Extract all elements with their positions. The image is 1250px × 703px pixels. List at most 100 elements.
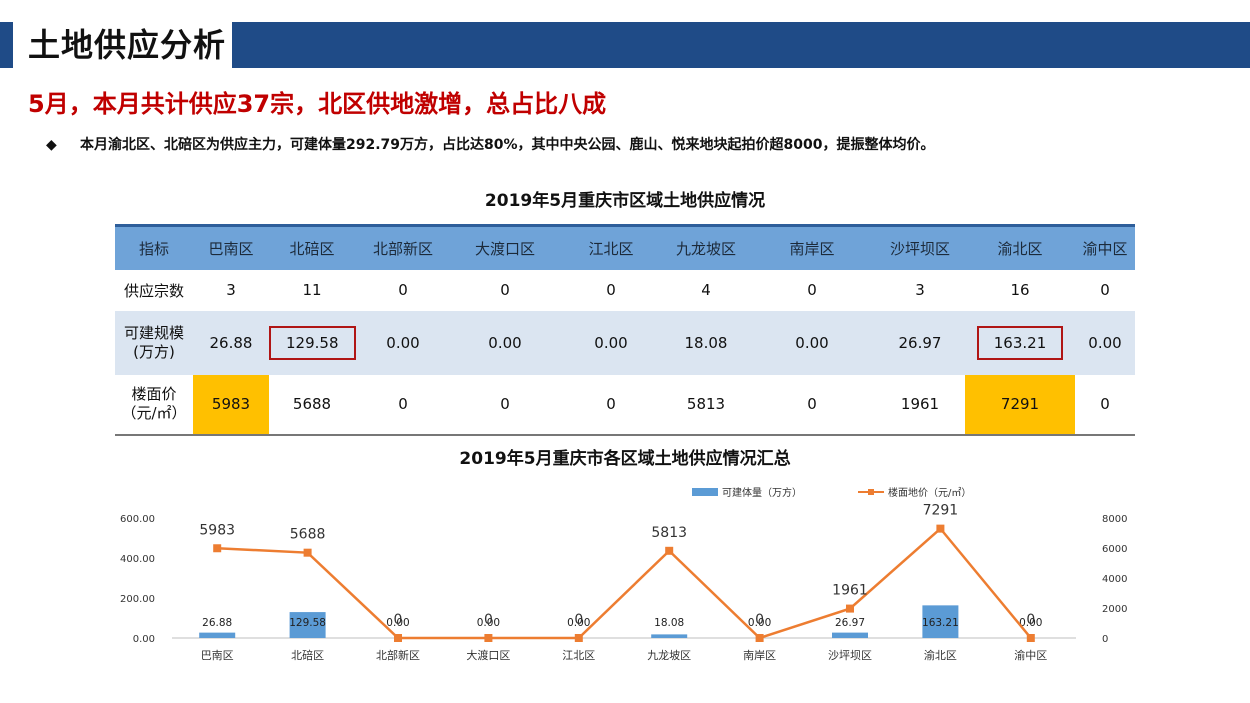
line-point bbox=[213, 544, 222, 553]
bar-data-label: 26.88 bbox=[202, 617, 232, 629]
table-cell: 26.88 bbox=[209, 333, 253, 352]
table-cell: 0 bbox=[1100, 395, 1110, 413]
row-label-line: 可建规模 bbox=[123, 323, 184, 342]
header-banner bbox=[232, 22, 1250, 68]
x-tick-label: 北碚区 bbox=[291, 648, 324, 662]
x-tick-label: 九龙坡区 bbox=[647, 649, 691, 662]
table-cell: 0.00 bbox=[1088, 333, 1122, 352]
header-accent-bar bbox=[0, 22, 13, 68]
y-left-tick-label: 600.00 bbox=[120, 514, 155, 525]
y-right-tick-label: 4000 bbox=[1102, 574, 1127, 585]
table-cell: 0 bbox=[398, 395, 408, 413]
bar-data-label: 163.21 bbox=[922, 617, 959, 629]
row-label-line: 楼面价 bbox=[131, 385, 177, 403]
line-point bbox=[755, 634, 764, 642]
table-cell: 4 bbox=[701, 281, 711, 299]
table-row-supply-count: 供应宗数 3 11 0 0 0 4 0 3 16 0 bbox=[115, 269, 1135, 311]
line-point bbox=[665, 546, 674, 555]
page-title: 土地供应分析 bbox=[28, 26, 227, 64]
table-cell: 3 bbox=[915, 281, 925, 299]
table-row-buildable-area: 可建规模 (万方) 26.88 129.58 0.00 0.00 0.00 18… bbox=[115, 310, 1135, 375]
header-cell: 北碚区 bbox=[289, 239, 335, 258]
legend-label-bar: 可建体量（万方） bbox=[722, 486, 802, 499]
line-point bbox=[484, 634, 493, 642]
table-cell: 0 bbox=[606, 281, 616, 299]
x-tick-label: 沙坪坝区 bbox=[828, 648, 872, 662]
header-cell: 北部新区 bbox=[372, 239, 433, 258]
y-right-tick-label: 6000 bbox=[1102, 544, 1127, 555]
x-tick-label: 北部新区 bbox=[376, 648, 420, 662]
table-cell: 0 bbox=[807, 281, 817, 299]
header-cell: 渝中区 bbox=[1082, 239, 1128, 258]
line-point bbox=[574, 634, 583, 642]
table-cell: 3 bbox=[226, 281, 236, 299]
header-cell: 南岸区 bbox=[789, 239, 835, 258]
row-label: 可建规模 (万方) bbox=[115, 311, 193, 375]
table-cell: 0 bbox=[398, 281, 408, 299]
table-cell: 18.08 bbox=[684, 333, 728, 352]
summary-bullet: ◆ 本月渝北区、北碚区为供应主力，可建体量292.79万方，占比达80%，其中中央… bbox=[46, 134, 935, 154]
y-left-tick-label: 200.00 bbox=[120, 594, 155, 605]
line-data-label: 5983 bbox=[199, 522, 235, 538]
supply-table: 指标 巴南区 北碚区 北部新区 大渡口区 江北区 九龙坡区 南岸区 沙坪坝区 渝… bbox=[115, 224, 1135, 436]
diamond-bullet-icon: ◆ bbox=[46, 137, 57, 153]
line-data-label: 0 bbox=[574, 612, 583, 628]
bar-data-label: 26.97 bbox=[835, 617, 865, 629]
header-cell: 江北区 bbox=[588, 239, 634, 258]
summary-text: 本月渝北区、北碚区为供应主力，可建体量292.79万方，占比达80%，其中中央公… bbox=[80, 137, 935, 153]
table-cell-highlighted: 163.21 bbox=[965, 311, 1075, 375]
header-cell: 渝北区 bbox=[997, 239, 1043, 258]
x-tick-label: 渝北区 bbox=[924, 648, 957, 662]
header-cell: 九龙坡区 bbox=[675, 239, 736, 258]
x-tick-label: 江北区 bbox=[562, 649, 595, 662]
x-tick-label: 巴南区 bbox=[201, 649, 234, 662]
y-right-tick-label: 8000 bbox=[1102, 514, 1127, 525]
x-tick-label: 渝中区 bbox=[1014, 648, 1047, 662]
line-point bbox=[936, 524, 945, 533]
table-cell: 5688 bbox=[292, 395, 332, 413]
bar bbox=[199, 632, 236, 638]
table-cell-highlighted: 129.58 bbox=[269, 311, 356, 375]
combo-chart: 可建体量（万方） 楼面地价（元/㎡） 0.00 200.00 400.00 600.00 0… bbox=[120, 486, 1127, 662]
y-left-tick-label: 0.00 bbox=[133, 634, 155, 645]
table-cell: 0.00 bbox=[488, 333, 522, 352]
table-cell-gold: 7291 bbox=[965, 374, 1075, 435]
table-row-floor-price: 楼面价 （元/㎡） 5983 5688 0 0 0 5813 0 1961 72… bbox=[115, 374, 1135, 435]
line-data-label: 7291 bbox=[923, 503, 959, 519]
table-cell-gold: 5983 bbox=[193, 374, 269, 435]
table-cell: 0 bbox=[500, 395, 510, 413]
bar-data-label: 18.08 bbox=[654, 617, 684, 629]
line-data-label: 5813 bbox=[651, 525, 687, 541]
table-cell: 0 bbox=[606, 395, 616, 413]
page-subtitle: 5月，本月共计供应37宗，北区供地激增，总占比八成 bbox=[28, 90, 607, 118]
line-data-label: 0 bbox=[484, 612, 493, 628]
bar bbox=[651, 634, 688, 638]
line-data-label: 0 bbox=[394, 612, 403, 628]
line-data-label: 1961 bbox=[832, 583, 868, 599]
table-header-row: 指标 巴南区 北碚区 北部新区 大渡口区 江北区 九龙坡区 南岸区 沙坪坝区 渝… bbox=[115, 225, 1135, 270]
line-data-label: 5688 bbox=[290, 527, 326, 543]
legend-label-line: 楼面地价（元/㎡） bbox=[888, 486, 971, 499]
header-cell: 指标 bbox=[138, 239, 169, 258]
chart-title: 2019年5月重庆市各区域土地供应情况汇总 bbox=[459, 449, 791, 469]
line-data-label: 0 bbox=[755, 612, 764, 628]
table-title: 2019年5月重庆市区域土地供应情况 bbox=[484, 191, 766, 211]
highlight-box: 129.58 bbox=[269, 325, 356, 360]
header-cell: 巴南区 bbox=[208, 239, 254, 258]
table-cell: 16 bbox=[1010, 281, 1030, 299]
bar bbox=[832, 632, 868, 638]
line-point bbox=[1026, 634, 1035, 642]
table-cell: 11 bbox=[302, 281, 322, 299]
legend-marker-line bbox=[868, 489, 874, 495]
table-cell: 0.00 bbox=[795, 333, 829, 352]
row-label: 楼面价 （元/㎡） bbox=[115, 375, 193, 435]
row-label-unit: （元/㎡） bbox=[121, 404, 187, 422]
x-tick-label: 南岸区 bbox=[743, 649, 776, 662]
line-point bbox=[303, 548, 312, 557]
table-cell: 0 bbox=[500, 281, 510, 299]
header-cell: 大渡口区 bbox=[474, 239, 535, 258]
highlight-box: 163.21 bbox=[976, 325, 1064, 360]
row-label-unit: (万方) bbox=[133, 342, 175, 361]
line-point bbox=[394, 634, 402, 642]
table-cell: 0 bbox=[1100, 281, 1110, 299]
